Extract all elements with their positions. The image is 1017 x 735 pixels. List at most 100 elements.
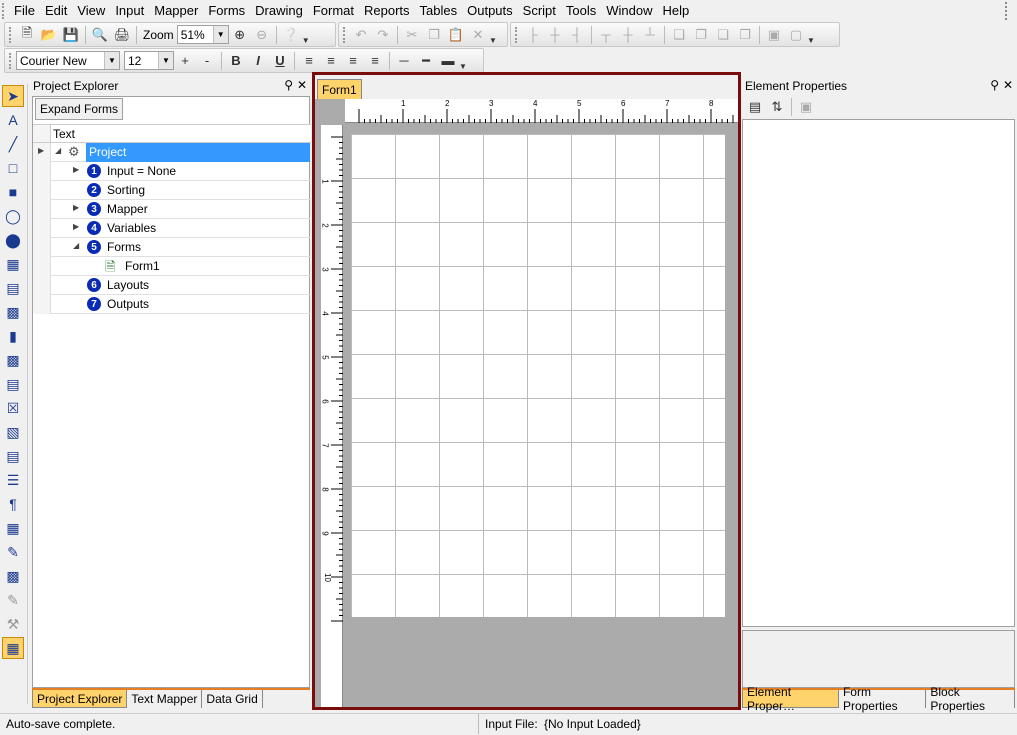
send-back-icon[interactable]: ❐ (690, 25, 712, 45)
bring-front-icon[interactable]: ❏ (668, 25, 690, 45)
sort-alphabetical-icon[interactable]: ⇅ (766, 97, 788, 117)
properties-grid[interactable] (742, 119, 1015, 627)
menu-help[interactable]: Help (659, 0, 694, 22)
image-tool-icon[interactable]: ▩ (2, 301, 24, 323)
paragraph-tool-icon[interactable]: ¶ (2, 493, 24, 515)
checkbox-tool-icon[interactable]: ☒ (2, 397, 24, 419)
align-top-icon[interactable]: ┬ (595, 25, 617, 45)
tree-row-outputs[interactable]: 7 Outputs (33, 295, 311, 314)
cut-icon[interactable]: ✂ (401, 25, 423, 45)
line-medium-icon[interactable]: ━ (415, 51, 437, 71)
zoom-out-icon[interactable]: ⊖ (251, 25, 273, 45)
signature-tool-icon[interactable]: ✎ (2, 541, 24, 563)
expand-icon[interactable]: ▶ (73, 165, 79, 174)
page-tool-icon[interactable]: ▤ (2, 445, 24, 467)
menu-tables[interactable]: Tables (416, 0, 462, 22)
filled-ellipse-tool-icon[interactable]: ⬤ (2, 229, 24, 251)
wrench-tool-icon[interactable]: ⚒ (2, 613, 24, 635)
expand-icon[interactable]: ▶ (73, 203, 79, 212)
categorized-icon[interactable]: ▤ (744, 97, 766, 117)
tree-row-project[interactable]: ▶ ◢ ⚙ Project (33, 143, 311, 162)
paste-icon[interactable]: 📋 (445, 25, 467, 45)
help-icon[interactable]: ❔ (280, 25, 302, 45)
align-bottom-icon[interactable]: ┴ (639, 25, 661, 45)
menu-edit[interactable]: Edit (41, 0, 71, 22)
text-align-right-icon[interactable]: ≡ (342, 51, 364, 71)
pin-icon[interactable]: ⚲ (284, 78, 293, 92)
menu-grip[interactable] (2, 3, 8, 19)
redo-icon[interactable]: ↷ (372, 25, 394, 45)
field-tool-icon[interactable]: ▤ (2, 373, 24, 395)
copy-icon[interactable]: ❐ (423, 25, 445, 45)
expand-icon[interactable]: ▶ (73, 222, 79, 231)
column-header-text[interactable]: Text (53, 127, 75, 141)
toolbar-grip[interactable] (9, 26, 13, 43)
toolbar-overflow-icon[interactable]: ▼ (459, 51, 467, 71)
italic-button[interactable]: I (247, 51, 269, 71)
increase-font-button[interactable]: + (174, 51, 196, 71)
menu-view[interactable]: View (73, 0, 109, 22)
tab-form-properties[interactable]: Form Properties (839, 685, 927, 713)
delete-icon[interactable]: ✕ (467, 25, 489, 45)
align-left-icon[interactable]: ├ (522, 25, 544, 45)
menu-forms[interactable]: Forms (204, 0, 249, 22)
menu-input[interactable]: Input (111, 0, 148, 22)
word-object-tool-icon[interactable]: ▤ (2, 277, 24, 299)
qr-code-tool-icon[interactable]: ▩ (2, 349, 24, 371)
pointer-tool-icon[interactable]: ➤ (2, 85, 24, 107)
tab-text-mapper[interactable]: Text Mapper (127, 690, 203, 708)
menu-reports[interactable]: Reports (360, 0, 414, 22)
grid-tool-icon[interactable]: ▦ (2, 637, 24, 659)
text-tool-icon[interactable]: A (2, 109, 24, 131)
ungroup-icon[interactable]: ▢ (785, 25, 807, 45)
text-box-tool-icon[interactable]: ▦ (2, 253, 24, 275)
menu-file[interactable]: File (10, 0, 39, 22)
line-tool-icon[interactable]: ╱ (2, 133, 24, 155)
menu-format[interactable]: Format (309, 0, 358, 22)
new-file-icon[interactable]: 🗎 (16, 25, 38, 45)
tab-data-grid[interactable]: Data Grid (202, 690, 263, 708)
tree-row-forms[interactable]: ◢ 5 Forms (33, 238, 311, 257)
tree-row-variables[interactable]: ▶ 4 Variables (33, 219, 311, 238)
undo-icon[interactable]: ↶ (350, 25, 372, 45)
line-thin-icon[interactable]: ─ (393, 51, 415, 71)
open-folder-icon[interactable]: 📂 (38, 25, 60, 45)
close-icon[interactable]: ✕ (297, 78, 307, 92)
picture-tool-icon[interactable]: ▩ (2, 565, 24, 587)
line-thick-icon[interactable]: ▬ (437, 51, 459, 71)
bold-button[interactable]: B (225, 51, 247, 71)
tree-row-mapper[interactable]: ▶ 3 Mapper (33, 200, 311, 219)
menu-drawing[interactable]: Drawing (251, 0, 307, 22)
send-backward-icon[interactable]: ❐ (734, 25, 756, 45)
toolbar-grip[interactable] (515, 26, 519, 43)
align-center-icon[interactable]: ┼ (544, 25, 566, 45)
lines-tool-icon[interactable]: ☰ (2, 469, 24, 491)
close-icon[interactable]: ✕ (1003, 78, 1013, 92)
toolbar-overflow-icon[interactable]: ▼ (302, 25, 310, 45)
text-align-left-icon[interactable]: ≡ (298, 51, 320, 71)
filled-rectangle-tool-icon[interactable]: ■ (2, 181, 24, 203)
tab-block-properties[interactable]: Block Properties (926, 685, 1015, 713)
bring-forward-icon[interactable]: ❏ (712, 25, 734, 45)
toolbar-grip[interactable] (343, 26, 347, 43)
ellipse-tool-icon[interactable]: ◯ (2, 205, 24, 227)
pin-icon[interactable]: ⚲ (990, 78, 999, 92)
collapse-icon[interactable]: ◢ (55, 146, 61, 155)
font-size-select[interactable]: 12 ▼ (124, 51, 174, 70)
form-page-canvas[interactable] (351, 134, 725, 617)
print-icon[interactable]: 🖨 (111, 25, 133, 45)
menu-tools[interactable]: Tools (562, 0, 600, 22)
group-icon[interactable]: ▣ (763, 25, 785, 45)
barcode-tool-icon[interactable]: ▮ (2, 325, 24, 347)
expand-forms-button[interactable]: Expand Forms (35, 98, 124, 120)
menu-mapper[interactable]: Mapper (150, 0, 202, 22)
collapse-icon[interactable]: ◢ (73, 241, 79, 250)
tree-row-sorting[interactable]: 2 Sorting (33, 181, 311, 200)
zoom-in-icon[interactable]: ⊕ (229, 25, 251, 45)
property-pages-icon[interactable]: ▣ (795, 97, 817, 117)
menu-grip-right[interactable] (1005, 2, 1013, 20)
menu-script[interactable]: Script (519, 0, 560, 22)
tree-row-input[interactable]: ▶ 1 Input = None (33, 162, 311, 181)
underline-button[interactable]: U (269, 51, 291, 71)
menu-outputs[interactable]: Outputs (463, 0, 517, 22)
